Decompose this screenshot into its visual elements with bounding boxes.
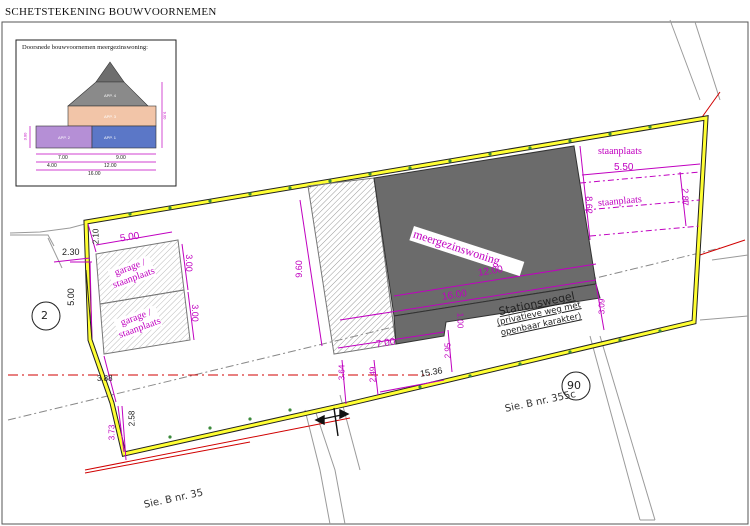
- inset-dim-1200: 12.00: [104, 163, 117, 169]
- inset-dim-900: 9.00: [116, 155, 126, 161]
- inset-caption: Doorsnede bouwvoornemen meergezinswoning…: [22, 44, 148, 51]
- dim-8-62: 8.62: [583, 196, 594, 214]
- dim-9-60: 9.60: [293, 260, 304, 278]
- dim-3-64: 3.64: [337, 364, 347, 381]
- dim-5-00-left: 5.00: [65, 288, 76, 306]
- dim-2-49: 2.49: [368, 366, 378, 383]
- house-number-2: 2: [41, 309, 48, 322]
- staanplaats-top-label: staanplaats: [598, 146, 642, 157]
- drawing-page: SCHETSTEKENING BOUWVOORNEMEN Doorsnede b…: [0, 0, 750, 526]
- inset-dim-900-v: 9.00: [162, 111, 168, 120]
- dim-3-00-a: 3.00: [183, 254, 194, 272]
- dim-2-95: 2.95: [443, 342, 453, 359]
- inset-dim-700: 7.00: [58, 155, 68, 161]
- section-inset: [15, 39, 177, 187]
- dim-2-58: 2.58: [127, 410, 137, 427]
- app3-label: APP. 3: [104, 114, 116, 119]
- site-plan: [1, 19, 749, 525]
- dim-3-09: 3.09: [597, 298, 607, 315]
- dim-3-00-b: 3.00: [189, 304, 200, 322]
- dim-1-00: 1.00: [455, 312, 465, 329]
- dim-3-73: 3.73: [107, 424, 117, 441]
- dim-5-50: 5.50: [614, 162, 634, 173]
- inset-dim-400: 4.00: [47, 163, 57, 169]
- app4-label: APP. 4: [104, 93, 116, 98]
- dim-2-10: 2.10: [91, 228, 101, 245]
- inset-dim-1600: 16.00: [88, 171, 101, 177]
- dim-3-88: 3.88: [97, 374, 113, 383]
- dim-2-87: 2.87: [679, 188, 690, 206]
- app2-label: APP. 2: [58, 135, 70, 140]
- inset-dim-300: 3.00: [22, 132, 28, 141]
- dim-2-30: 2.30: [62, 247, 80, 257]
- app1-label: APP. 1: [104, 135, 116, 140]
